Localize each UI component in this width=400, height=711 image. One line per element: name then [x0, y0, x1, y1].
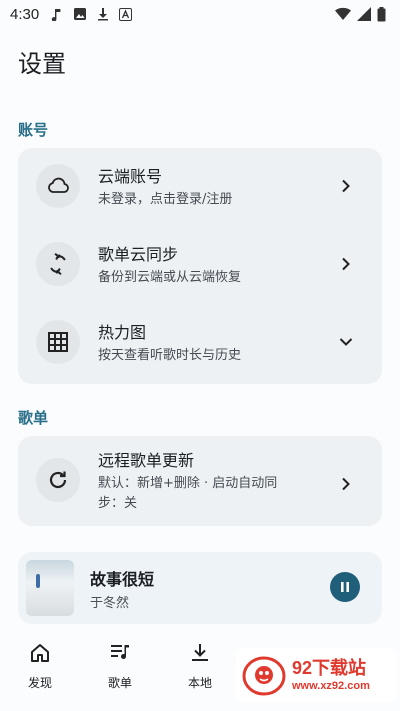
- chevron-right-icon: [338, 178, 354, 194]
- nav-label: 发现: [27, 676, 52, 690]
- pause-button[interactable]: [330, 572, 360, 602]
- playlist-card: 远程歌单更新 默认：新增+删除 · 启动自动同 步：关: [18, 436, 382, 526]
- sync-icon-wrap: [36, 242, 80, 286]
- nav-label: 本地: [187, 676, 212, 690]
- status-time: 4:30: [10, 5, 40, 23]
- remote-playlist-update-row[interactable]: 远程歌单更新 默认：新增+删除 · 启动自动同 步：关: [18, 440, 382, 524]
- playlist-icon: [111, 645, 129, 659]
- battery-icon: [377, 6, 386, 21]
- page-title: 设置: [18, 50, 66, 78]
- watermark: 92下载站 www.xz92.com: [236, 648, 396, 702]
- chevron-right-icon: [338, 256, 354, 272]
- cloud-icon-wrap: [36, 164, 80, 208]
- row-title: 热力图: [98, 323, 147, 342]
- watermark-logo-icon: [242, 656, 286, 696]
- mini-player[interactable]: 故事很短 于冬然: [18, 552, 382, 624]
- status-bar: 4:30: [0, 0, 400, 28]
- song-title: 故事很短: [90, 570, 155, 589]
- home-icon: [31, 644, 49, 662]
- system-icons: [335, 6, 386, 22]
- account-card: 云端账号 未登录，点击登录/注册 歌单云同步 备份到云端或从云端恢复 热力图 按…: [18, 148, 382, 384]
- heatmap-row[interactable]: 热力图 按天查看听歌时长与历史: [18, 304, 382, 384]
- cloud-account-row[interactable]: 云端账号 未登录，点击登录/注册: [18, 148, 382, 228]
- nav-item-discover[interactable]: 发现: [10, 642, 70, 691]
- watermark-brand: 92下载站: [292, 658, 367, 678]
- row-title: 远程歌单更新: [98, 451, 195, 470]
- chevron-right-icon: [338, 476, 354, 492]
- section-label-playlist: 歌单: [18, 409, 49, 427]
- download-icon: [192, 644, 208, 661]
- playlist-cloud-sync-row[interactable]: 歌单云同步 备份到云端或从云端恢复: [18, 226, 382, 306]
- download-status-icon: [98, 8, 109, 21]
- signal-icon: [357, 7, 371, 21]
- refresh-icon: [49, 471, 67, 489]
- image-icon: [74, 8, 87, 20]
- row-subtitle: 备份到云端或从云端恢复: [98, 270, 242, 285]
- nav-label: 歌单: [107, 676, 132, 690]
- watermark-url: www.xz92.com: [292, 680, 370, 692]
- row-subtitle-line1: 默认：新增+删除 · 启动自动同: [98, 476, 278, 491]
- nav-item-playlist[interactable]: 歌单: [90, 642, 150, 691]
- wifi-icon: [335, 7, 351, 20]
- chevron-down-icon: [338, 334, 354, 350]
- grid-icon: [48, 332, 68, 352]
- music-note-icon: [52, 9, 61, 21]
- cloud-icon: [48, 177, 69, 193]
- sync-icon: [50, 252, 66, 276]
- notification-icons: [51, 7, 133, 21]
- refresh-icon-wrap: [36, 458, 80, 502]
- row-subtitle-line2: 步：关: [98, 496, 138, 511]
- pause-icon: [341, 582, 349, 592]
- row-subtitle: 未登录，点击登录/注册: [98, 192, 233, 207]
- album-cover: [26, 560, 74, 616]
- app-a-icon: [119, 7, 133, 21]
- row-subtitle: 按天查看听歌时长与历史: [98, 348, 242, 363]
- song-artist: 于冬然: [90, 596, 130, 611]
- row-title: 歌单云同步: [98, 245, 179, 264]
- section-label-account: 账号: [18, 121, 49, 139]
- grid-icon-wrap: [36, 320, 80, 364]
- nav-item-local[interactable]: 本地: [170, 642, 230, 691]
- row-title: 云端账号: [98, 167, 163, 186]
